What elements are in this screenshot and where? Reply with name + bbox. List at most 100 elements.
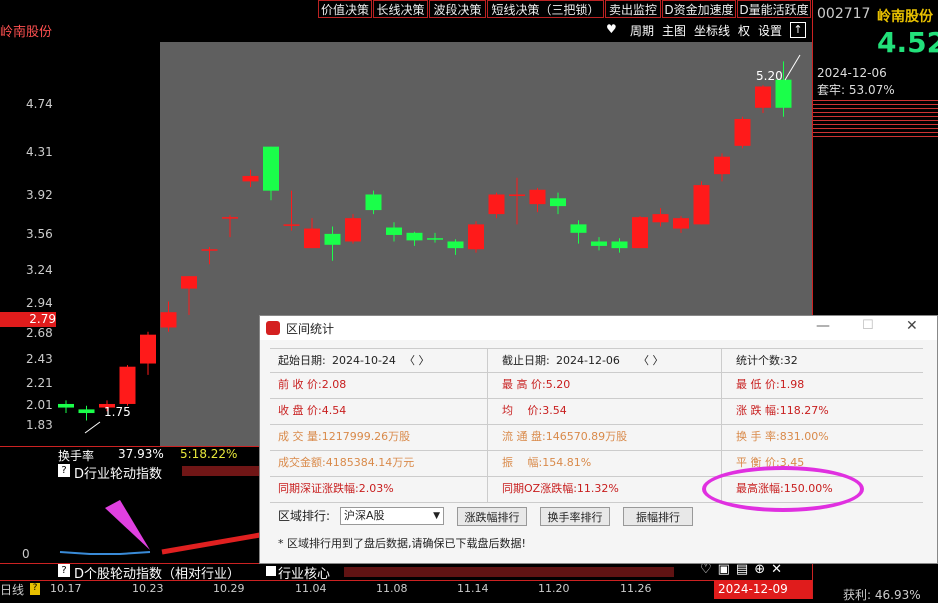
zz-change: 同期OZ涨跌幅:11.32% xyxy=(502,482,619,495)
high-annotation: 5.20 xyxy=(756,69,783,83)
candle-body xyxy=(775,79,792,108)
candle-body xyxy=(78,409,95,414)
stock-code: 002717 xyxy=(817,6,871,22)
close-icon[interactable]: ✕ xyxy=(906,318,918,334)
end-date-label: 截止日期: xyxy=(502,354,550,367)
avg-price: 均 价:3.54 xyxy=(502,404,567,417)
candle-body xyxy=(714,156,730,175)
high-price: 最 高 价:5.20 xyxy=(502,378,571,391)
low-price: 最 低 价:1.98 xyxy=(736,378,805,391)
candle-body xyxy=(611,241,628,249)
candle-body xyxy=(365,194,382,211)
help-icon[interactable]: ? xyxy=(30,583,40,595)
candle-body xyxy=(222,217,238,219)
rank-amplitude-button[interactable]: 振幅排行 xyxy=(623,507,693,526)
candle-body xyxy=(427,238,443,240)
candle-body xyxy=(324,233,341,245)
stock-date: 2024-12-06 xyxy=(817,66,887,80)
profit-ratio: 获利: 46.93% xyxy=(843,588,921,602)
start-date-arrows[interactable]: 〈 〉 xyxy=(404,350,430,372)
turnover-value: 37.93% xyxy=(118,447,164,461)
rank-select-value: 沪深A股 xyxy=(344,509,385,522)
minimize-icon[interactable]: — xyxy=(816,318,830,334)
interval-stats-dialog: 区间统计 — ☐ ✕ 起始日期: 2024-10-24 〈 〉 截止日期: 20… xyxy=(259,315,938,564)
candle-body xyxy=(263,146,279,191)
rotation-values xyxy=(182,466,260,476)
candle-body xyxy=(529,189,546,205)
divider xyxy=(0,580,812,581)
rank-select[interactable]: 沪深A股 ▼ xyxy=(340,507,444,525)
turnover-label: 换手率 xyxy=(58,449,95,463)
dialog-titlebar xyxy=(260,316,937,340)
candle-body xyxy=(673,218,689,229)
candle-body xyxy=(406,232,423,241)
turnover-rate: 换 手 率:831.00% xyxy=(736,430,829,443)
candle-body xyxy=(734,118,751,146)
volume: 成 交 量:1217999.26万股 xyxy=(278,430,411,443)
rank-turnover-button[interactable]: 换手率排行 xyxy=(540,507,610,526)
low-annotation: 1.75 xyxy=(104,405,131,419)
candle-body xyxy=(345,218,361,242)
candle-body xyxy=(201,249,218,251)
close-price: 收 盘 价:4.54 xyxy=(278,404,347,417)
rank-label: 区域排行: xyxy=(278,509,331,523)
candle-body xyxy=(160,312,177,328)
high-arrow-line xyxy=(784,54,801,81)
start-date-label: 起始日期: xyxy=(278,354,326,367)
turnover-ma: 5:18.22% xyxy=(180,447,238,461)
maximize-icon[interactable]: ☐ xyxy=(862,318,874,333)
candle-body xyxy=(447,241,464,249)
rank-change-button[interactable]: 涨跌幅排行 xyxy=(457,507,527,526)
end-date-arrows[interactable]: 〈 〉 xyxy=(638,350,664,372)
dialog-title: 区间统计 xyxy=(286,322,335,336)
x-date: 11.04 xyxy=(295,582,327,595)
candle-body xyxy=(632,217,648,249)
industry-core-checkbox[interactable] xyxy=(266,566,276,576)
x-date: 11.26 xyxy=(620,582,652,595)
stock-price: 4.52 xyxy=(877,26,938,59)
candle-body xyxy=(652,214,669,223)
candle-body xyxy=(693,185,710,225)
indicator-values xyxy=(344,567,674,577)
candle-body xyxy=(119,366,136,404)
amplitude: 振 幅:154.81% xyxy=(502,456,592,469)
count-value: 统计个数:32 xyxy=(736,354,798,367)
trapped-ratio: 套牢: 53.07% xyxy=(817,83,895,97)
candle-body xyxy=(386,227,402,235)
indicator-chart xyxy=(59,500,261,555)
end-date-value[interactable]: 2024-12-06 xyxy=(556,350,620,372)
x-date: 11.20 xyxy=(538,582,570,595)
candle-body xyxy=(570,224,587,233)
stock-name: 岭南股份 xyxy=(877,9,933,25)
amount: 成交金额:4185384.14万元 xyxy=(278,456,415,469)
candle-body xyxy=(509,194,525,196)
candle-body xyxy=(283,224,300,226)
change-pct: 涨 跌 幅:118.27% xyxy=(736,404,829,417)
x-date: 10.17 xyxy=(50,582,82,595)
candle-body xyxy=(488,194,505,215)
float-shares: 流 通 盘:146570.89万股 xyxy=(502,430,628,443)
start-date-value[interactable]: 2024-10-24 xyxy=(332,350,396,372)
candle-body xyxy=(468,224,484,250)
help-icon[interactable]: ? xyxy=(58,464,70,477)
candle-body xyxy=(181,276,197,289)
candle-body xyxy=(591,241,607,246)
candle-body xyxy=(755,86,771,108)
x-date: 11.08 xyxy=(376,582,408,595)
low-arrow-line xyxy=(84,421,101,434)
candle-body xyxy=(242,175,259,182)
x-date: 10.29 xyxy=(213,582,245,595)
candle-body xyxy=(58,403,74,408)
date-badge: 2024-12-09 xyxy=(714,580,812,599)
help-icon[interactable]: ? xyxy=(58,564,70,577)
candle-body xyxy=(304,228,320,249)
candle-body xyxy=(140,334,156,364)
dialog-note: * 区域排行用到了盘后数据,请确保已下载盘后数据! xyxy=(278,537,526,550)
period-mode[interactable]: 日线 xyxy=(0,581,24,598)
x-date: 10.23 xyxy=(132,582,164,595)
prev-close: 前 收 价:2.08 xyxy=(278,378,347,391)
chart-tools[interactable]: ♡▣▤⊕✕ xyxy=(700,562,788,577)
app-logo-icon xyxy=(266,321,280,335)
x-date: 11.14 xyxy=(457,582,489,595)
sz-change: 同期深证涨跌幅:2.03% xyxy=(278,482,394,495)
